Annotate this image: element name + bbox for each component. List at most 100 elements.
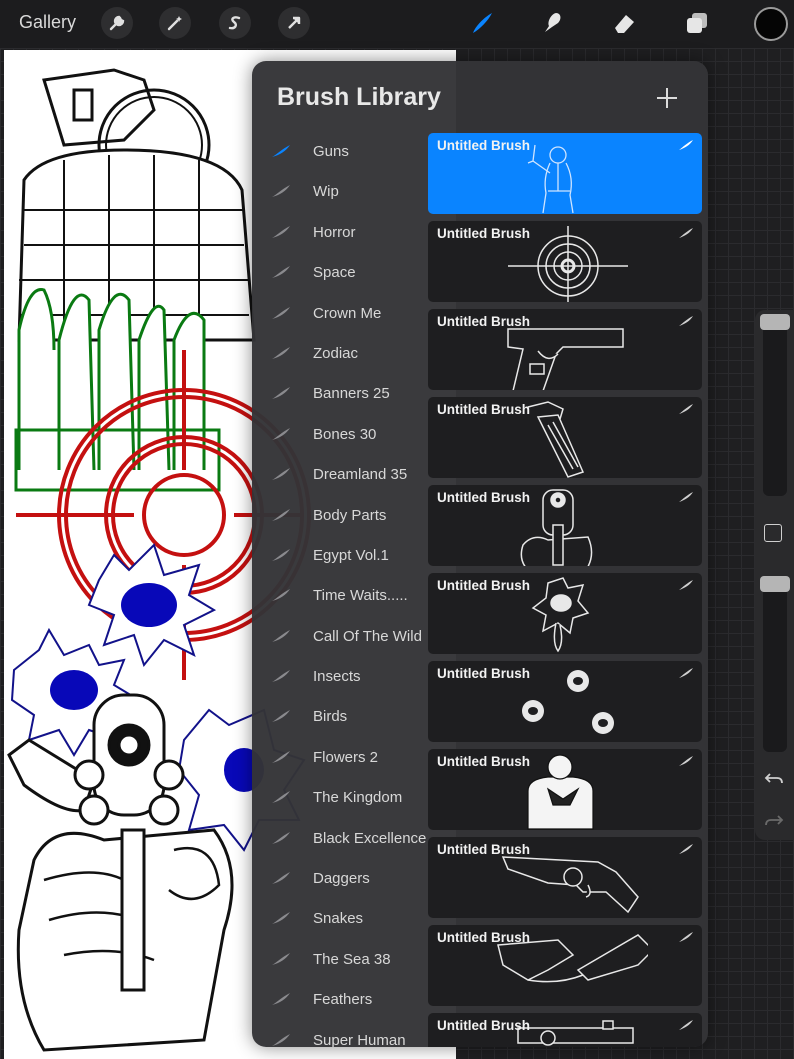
brush-stroke-icon <box>679 228 693 238</box>
brush-card[interactable]: Untitled Brush <box>428 309 702 390</box>
brush-stroke-icon <box>679 140 693 150</box>
brush-stroke-icon <box>272 145 290 157</box>
brush-stroke-icon <box>272 387 290 400</box>
brush-set-label: Wip <box>313 183 339 201</box>
brush-stroke-icon <box>679 492 693 502</box>
brush-set-item[interactable]: Banners 25 <box>252 375 428 415</box>
brush-name: Untitled Brush <box>437 666 530 681</box>
brush-stroke-icon <box>679 932 693 942</box>
brush-set-item[interactable]: Call Of The Wild <box>252 618 428 658</box>
brush-set-item[interactable]: Time Waits..... <box>252 577 428 617</box>
brush-card[interactable]: Untitled Brush <box>428 749 702 830</box>
brush-card[interactable]: Untitled Brush <box>428 1013 702 1047</box>
brush-name: Untitled Brush <box>437 138 530 153</box>
panel-title: Brush Library <box>277 83 441 111</box>
brush-card[interactable]: Untitled Brush <box>428 837 702 918</box>
brush-stroke-icon <box>272 710 290 723</box>
layers-icon[interactable] <box>682 8 712 38</box>
brush-set-item[interactable]: Daggers <box>252 860 428 900</box>
brush-set-list: Guns Wip Horror Space Crown Me Zodiac Banners … <box>252 133 428 1047</box>
selection-s-icon[interactable] <box>219 7 251 39</box>
brush-set-label: Horror <box>313 223 356 241</box>
brush-name: Untitled Brush <box>437 226 530 241</box>
brush-set-label: The Sea 38 <box>313 950 391 968</box>
brush-set-label: Guns <box>313 143 349 160</box>
brush-set-item[interactable]: Insects <box>252 658 428 698</box>
brush-stroke-icon <box>679 844 693 854</box>
add-brush-icon[interactable] <box>656 87 678 109</box>
brush-set-label: Birds <box>313 708 348 726</box>
brush-name: Untitled Brush <box>437 1018 530 1033</box>
brush-stroke-icon <box>272 872 290 885</box>
brush-stroke-icon <box>272 912 290 925</box>
brush-set-item[interactable]: Guns <box>252 133 428 173</box>
brush-set-item[interactable]: Birds <box>252 698 428 738</box>
smudge-icon[interactable] <box>537 8 567 38</box>
modify-square-icon[interactable] <box>764 524 782 542</box>
wrench-icon[interactable] <box>101 7 133 39</box>
opacity-slider[interactable] <box>763 576 787 752</box>
brush-stroke-icon <box>272 225 290 238</box>
brush-card[interactable]: Untitled Brush <box>428 133 702 214</box>
color-picker-button[interactable] <box>754 7 788 41</box>
brush-stroke-icon <box>272 670 290 683</box>
brush-stroke-icon <box>679 316 693 326</box>
brush-set-item[interactable]: Feathers <box>252 981 428 1021</box>
brush-stroke-icon <box>679 668 693 678</box>
brush-set-item[interactable]: Black Excellence <box>252 820 428 860</box>
brush-card[interactable]: Untitled Brush <box>428 925 702 1006</box>
undo-icon[interactable] <box>764 768 784 788</box>
eraser-icon[interactable] <box>609 8 639 38</box>
right-sidebar <box>755 310 794 840</box>
brush-set-label: Flowers 2 <box>313 748 379 766</box>
brush-set-item[interactable]: Egypt Vol.1 <box>252 537 428 577</box>
brush-set-label: Space <box>313 264 356 282</box>
gallery-button[interactable]: Gallery <box>19 12 76 33</box>
brush-set-item[interactable]: Bones 30 <box>252 416 428 456</box>
brush-set-label: Crown Me <box>313 304 382 322</box>
brush-set-item[interactable]: Crown Me <box>252 295 428 335</box>
brush-stroke-icon <box>679 580 693 590</box>
brush-set-label: Banners 25 <box>313 385 390 403</box>
brush-set-item[interactable]: The Kingdom <box>252 779 428 819</box>
brush-set-item[interactable]: Snakes <box>252 900 428 940</box>
brush-set-item[interactable]: The Sea 38 <box>252 941 428 981</box>
brush-set-label: Snakes <box>313 910 364 928</box>
brush-set-item[interactable]: Horror <box>252 214 428 254</box>
brush-set-label: Feathers <box>313 991 373 1009</box>
magic-wand-icon[interactable] <box>159 7 191 39</box>
brush-set-item[interactable]: Body Parts <box>252 497 428 537</box>
brush-set-item[interactable]: Wip <box>252 173 428 213</box>
top-toolbar: Gallery <box>0 0 794 48</box>
transform-arrow-icon[interactable] <box>278 7 310 39</box>
brush-set-item[interactable]: Super Human <box>252 1022 428 1047</box>
brush-set-label: Time Waits..... <box>313 587 408 605</box>
brush-stroke-icon <box>272 791 290 804</box>
brush-name: Untitled Brush <box>437 402 530 417</box>
brush-stroke-icon <box>679 1020 693 1030</box>
brush-icon[interactable] <box>467 8 497 38</box>
brush-stroke-icon <box>272 346 290 359</box>
brush-stroke-icon <box>272 629 290 642</box>
brush-set-label: Insects <box>313 668 361 686</box>
brush-set-label: Bones 30 <box>313 425 377 443</box>
brush-set-item[interactable]: Flowers 2 <box>252 739 428 779</box>
brush-size-slider[interactable] <box>763 318 787 496</box>
brush-card[interactable]: Untitled Brush <box>428 573 702 654</box>
brush-stroke-icon <box>272 548 290 561</box>
brush-card[interactable]: Untitled Brush <box>428 397 702 478</box>
brush-size-thumb[interactable] <box>760 314 790 330</box>
brush-card[interactable]: Untitled Brush <box>428 661 702 742</box>
redo-icon[interactable] <box>764 810 784 830</box>
brush-name: Untitled Brush <box>437 842 530 857</box>
brush-set-item[interactable]: Zodiac <box>252 335 428 375</box>
brush-set-label: The Kingdom <box>313 789 403 807</box>
brush-card[interactable]: Untitled Brush <box>428 221 702 302</box>
brush-set-label: Super Human <box>313 1031 406 1047</box>
brush-card[interactable]: Untitled Brush <box>428 485 702 566</box>
brush-set-label: Call Of The Wild <box>313 627 422 645</box>
brush-set-item[interactable]: Space <box>252 254 428 294</box>
brush-set-item[interactable]: Dreamland 35 <box>252 456 428 496</box>
brush-name: Untitled Brush <box>437 490 530 505</box>
opacity-thumb[interactable] <box>760 576 790 592</box>
